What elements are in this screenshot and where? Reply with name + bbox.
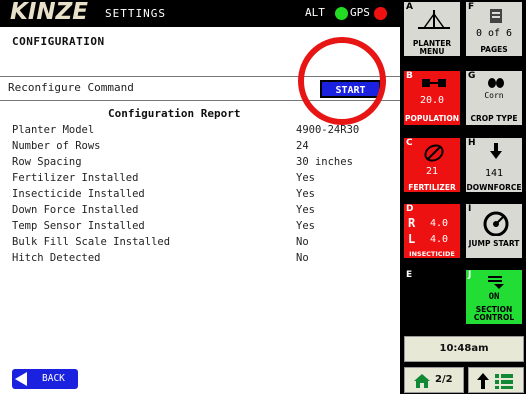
back-button[interactable]: BACK bbox=[12, 369, 78, 389]
report-value: 30 inches bbox=[296, 156, 353, 168]
tile-letter: I bbox=[468, 204, 472, 214]
gauge-icon bbox=[483, 211, 509, 236]
tile-letter: H bbox=[468, 138, 476, 148]
downforce-arrow-icon bbox=[490, 143, 502, 159]
planter-menu-tile[interactable]: A PLANTER MENU bbox=[402, 0, 462, 58]
tile-caption: POPULATION bbox=[404, 114, 460, 123]
tile-caption: PLANTER MENU bbox=[412, 39, 452, 56]
report-row: Planter Model 4900-24R30 bbox=[12, 124, 392, 140]
back-label: BACK bbox=[42, 373, 65, 384]
sidebar: A PLANTER MENU F 0 of 6 PAGES B 20.0 POP… bbox=[400, 0, 526, 394]
tile-letter: E bbox=[406, 270, 413, 280]
home-button[interactable]: 2/2 bbox=[404, 367, 464, 393]
back-arrow-icon bbox=[15, 372, 27, 386]
screen-title: SETTINGS bbox=[105, 7, 166, 20]
planter-icon bbox=[418, 10, 450, 29]
report-row: Down Force Installed Yes bbox=[12, 204, 392, 220]
tile-letter: C bbox=[406, 138, 413, 148]
left-value: 4.0 bbox=[430, 234, 449, 245]
tile-letter: D bbox=[406, 204, 414, 214]
main-panel: CONFIGURATION Reconfigure Command START … bbox=[0, 27, 400, 394]
left-label: L bbox=[408, 232, 416, 246]
report-value: No bbox=[296, 236, 309, 248]
report-label: Planter Model bbox=[12, 124, 95, 136]
report-value: Yes bbox=[296, 172, 315, 184]
downforce-tile[interactable]: H 141 DOWNFORCE bbox=[464, 136, 524, 194]
report-value: No bbox=[296, 252, 309, 264]
report-value: 4900-24R30 bbox=[296, 124, 360, 136]
tile-letter: A bbox=[406, 2, 413, 12]
report-row: Hitch Detected No bbox=[12, 252, 392, 268]
right-value: 4.0 bbox=[430, 218, 449, 229]
report-row: Fertilizer Installed Yes bbox=[12, 172, 392, 188]
report-label: Bulk Fill Scale Installed bbox=[12, 236, 171, 248]
section-control-tile[interactable]: J ON SECTION CONTROL bbox=[464, 268, 524, 326]
tile-caption: FERTILIZER bbox=[408, 183, 456, 192]
empty-tile[interactable]: E bbox=[402, 268, 462, 326]
highlight-circle bbox=[298, 37, 386, 125]
report-value: 24 bbox=[296, 140, 309, 152]
tile-caption: DOWNFORCE bbox=[466, 183, 522, 192]
report-value: Yes bbox=[296, 220, 315, 232]
report-label: Fertilizer Installed bbox=[12, 172, 139, 184]
tile-value: 20.0 bbox=[419, 95, 445, 106]
reconfigure-label: Reconfigure Command bbox=[8, 81, 134, 94]
population-tile[interactable]: B 20.0 POPULATION bbox=[402, 69, 462, 127]
report-row: Temp Sensor Installed Yes bbox=[12, 220, 392, 236]
tile-caption: JUMP START bbox=[468, 239, 520, 248]
tile-value: 0 of 6 bbox=[475, 28, 513, 39]
pages-tile[interactable]: F 0 of 6 PAGES bbox=[464, 0, 524, 58]
report-value: Yes bbox=[296, 204, 315, 216]
report-label: Row Spacing bbox=[12, 156, 82, 168]
seed-meter-icon bbox=[422, 79, 446, 87]
up-menu-button[interactable] bbox=[468, 367, 524, 393]
gps-status-icon bbox=[374, 7, 387, 20]
tile-letter: G bbox=[468, 71, 476, 81]
up-arrow-icon bbox=[477, 373, 513, 389]
report-label: Temp Sensor Installed bbox=[12, 220, 145, 232]
tile-letter: B bbox=[406, 71, 413, 81]
report-heading: Configuration Report bbox=[108, 107, 241, 120]
home-icon bbox=[414, 374, 430, 388]
page-title: CONFIGURATION bbox=[12, 35, 105, 48]
report-label: Hitch Detected bbox=[12, 252, 101, 264]
report-row: Row Spacing 30 inches bbox=[12, 156, 392, 172]
report-row: Bulk Fill Scale Installed No bbox=[12, 236, 392, 252]
tile-value: ON bbox=[488, 292, 500, 302]
page-indicator: 2/2 bbox=[435, 374, 453, 385]
tile-value: Corn bbox=[484, 91, 504, 100]
top-bar: KINZE SETTINGS ALT GPS bbox=[0, 0, 400, 27]
tile-letter: J bbox=[468, 270, 472, 280]
configuration-report: Planter Model 4900-24R30 Number of Rows 24… bbox=[12, 124, 392, 268]
crop-type-tile[interactable]: G Corn CROP TYPE bbox=[464, 69, 524, 127]
kinze-logo: KINZE bbox=[10, 0, 89, 25]
right-label: R bbox=[408, 216, 416, 230]
fertilizer-icon bbox=[424, 144, 444, 162]
tile-caption: CROP TYPE bbox=[470, 114, 518, 123]
jump-start-tile[interactable]: I JUMP START bbox=[464, 202, 524, 260]
insecticide-tile[interactable]: D R 4.0 L 4.0 INSECTICIDE bbox=[402, 202, 462, 260]
section-control-icon bbox=[488, 276, 504, 289]
seed-icon bbox=[488, 78, 504, 88]
tile-letter: F bbox=[468, 2, 475, 12]
tile-caption: PAGES bbox=[480, 45, 508, 54]
tile-value: 141 bbox=[484, 168, 504, 179]
tile-caption: SECTION CONTROL bbox=[473, 305, 515, 322]
page-icon bbox=[490, 9, 502, 23]
alt-status-icon bbox=[335, 7, 348, 20]
tile-value: 21 bbox=[425, 166, 439, 177]
report-label: Number of Rows bbox=[12, 140, 101, 152]
tile-caption: INSECTICIDE bbox=[409, 250, 455, 258]
fertilizer-tile[interactable]: C 21 FERTILIZER bbox=[402, 136, 462, 194]
alt-label: ALT bbox=[305, 6, 325, 19]
report-value: Yes bbox=[296, 188, 315, 200]
clock: 10:48am bbox=[404, 336, 524, 362]
gps-label: GPS bbox=[350, 6, 370, 19]
report-row: Insecticide Installed Yes bbox=[12, 188, 392, 204]
report-label: Insecticide Installed bbox=[12, 188, 145, 200]
report-label: Down Force Installed bbox=[12, 204, 139, 216]
report-row: Number of Rows 24 bbox=[12, 140, 392, 156]
